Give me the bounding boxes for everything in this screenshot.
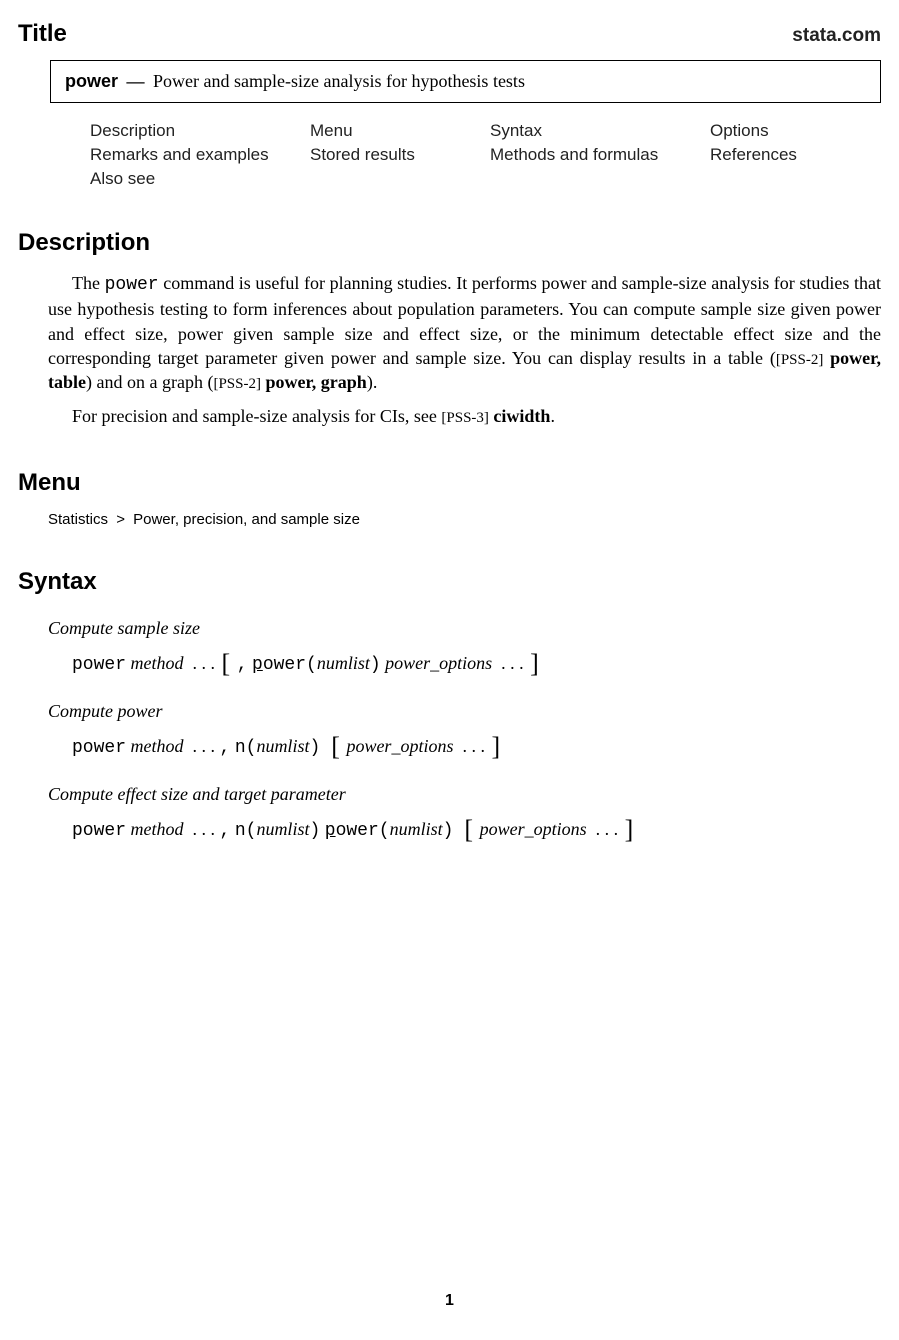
arg-power-options: power_options: [385, 653, 492, 673]
arg-power-options: power_options: [480, 819, 587, 839]
syntax-heading: Syntax: [18, 568, 881, 596]
syntax-line-2: power method . . . , n(numlist) [ power_…: [72, 732, 881, 762]
syntax-line-3: power method . . . , n(numlist) power(nu…: [72, 815, 881, 845]
text: For precision and sample-size analysis f…: [72, 406, 441, 426]
arg-method: method: [131, 819, 184, 839]
nav-description[interactable]: Description: [90, 121, 310, 141]
dots: . . .: [462, 736, 485, 756]
text: command is useful for planning studies. …: [48, 273, 881, 368]
lbracket: [: [329, 732, 342, 761]
dots: . . .: [501, 653, 524, 673]
nav-stored-results[interactable]: Stored results: [310, 145, 490, 165]
kw-power: power: [72, 738, 126, 758]
arg-method: method: [131, 653, 184, 673]
nav-options[interactable]: Options: [710, 121, 890, 141]
text: ).: [367, 372, 378, 392]
kw-n: n(: [235, 821, 257, 841]
rparen: ): [309, 738, 320, 758]
site-link[interactable]: stata.com: [792, 25, 881, 47]
comma: ,: [220, 738, 231, 758]
nav-syntax[interactable]: Syntax: [490, 121, 710, 141]
rparen: ): [309, 821, 320, 841]
kw-ower: ower(: [336, 821, 390, 841]
nav-methods[interactable]: Methods and formulas: [490, 145, 710, 165]
ref-pss2: [PSS-2]: [213, 376, 261, 392]
menu-power: Power, precision, and sample size: [133, 511, 360, 528]
page-title: Title: [18, 20, 67, 48]
ref-power-graph: power, graph: [261, 372, 367, 392]
syntax-sub-sample-size: Compute sample size: [48, 618, 881, 639]
kw-power: power: [72, 655, 126, 675]
text: .: [550, 406, 555, 426]
dots: . . .: [596, 819, 619, 839]
arg-numlist: numlist: [256, 736, 309, 756]
menu-heading: Menu: [18, 469, 881, 497]
lbracket: [: [220, 649, 233, 678]
ul-p: p: [325, 821, 336, 841]
nav-references[interactable]: References: [710, 145, 890, 165]
chevron-right-icon: >: [112, 511, 129, 528]
dots: . . .: [193, 819, 216, 839]
rbracket: ]: [528, 649, 541, 678]
syntax-body: Compute sample size power method . . . […: [48, 618, 881, 845]
menu-statistics: Statistics: [48, 511, 108, 528]
ref-ciwidth: ciwidth: [489, 406, 551, 426]
arg-numlist: numlist: [390, 819, 443, 839]
ul-p: p: [252, 655, 263, 675]
dots: . . .: [193, 736, 216, 756]
nav-also-see[interactable]: Also see: [90, 169, 310, 189]
nav-menu[interactable]: Menu: [310, 121, 490, 141]
description-heading: Description: [18, 229, 881, 257]
syntax-sub-power: Compute power: [48, 701, 881, 722]
comma: ,: [237, 655, 248, 675]
arg-method: method: [131, 736, 184, 756]
kw-ower: ower(: [263, 655, 317, 675]
ref-pss3: [PSS-3]: [441, 410, 489, 426]
kw-power: power: [72, 821, 126, 841]
menu-path: Statistics > Power, precision, and sampl…: [48, 511, 881, 528]
text: ) and on a graph (: [86, 372, 213, 392]
arg-numlist: numlist: [256, 819, 309, 839]
command-name: power: [65, 71, 118, 91]
arg-power-options: power_options: [346, 736, 453, 756]
section-nav: Description Menu Syntax Options Remarks …: [90, 121, 841, 189]
rbracket: ]: [489, 732, 502, 761]
kw-n: n(: [235, 738, 257, 758]
nav-remarks[interactable]: Remarks and examples: [90, 145, 310, 165]
rparen: ): [443, 821, 454, 841]
text: The: [72, 273, 105, 293]
lbracket: [: [462, 815, 475, 844]
tt-power: power: [105, 275, 159, 295]
rparen: ): [370, 655, 381, 675]
arg-numlist: numlist: [317, 653, 370, 673]
title-box: power — Power and sample-size analysis f…: [50, 60, 881, 103]
page-number: 1: [0, 1292, 899, 1310]
rbracket: ]: [623, 815, 636, 844]
syntax-line-1: power method . . . [ , power(numlist) po…: [72, 649, 881, 679]
comma: ,: [220, 821, 231, 841]
ref-pss2: [PSS-2]: [776, 352, 824, 368]
description-body: The power command is useful for planning…: [48, 271, 881, 429]
syntax-sub-effect: Compute effect size and target parameter: [48, 784, 881, 805]
emdash: —: [123, 71, 149, 91]
command-desc: Power and sample-size analysis for hypot…: [153, 71, 525, 91]
dots: . . .: [193, 653, 216, 673]
